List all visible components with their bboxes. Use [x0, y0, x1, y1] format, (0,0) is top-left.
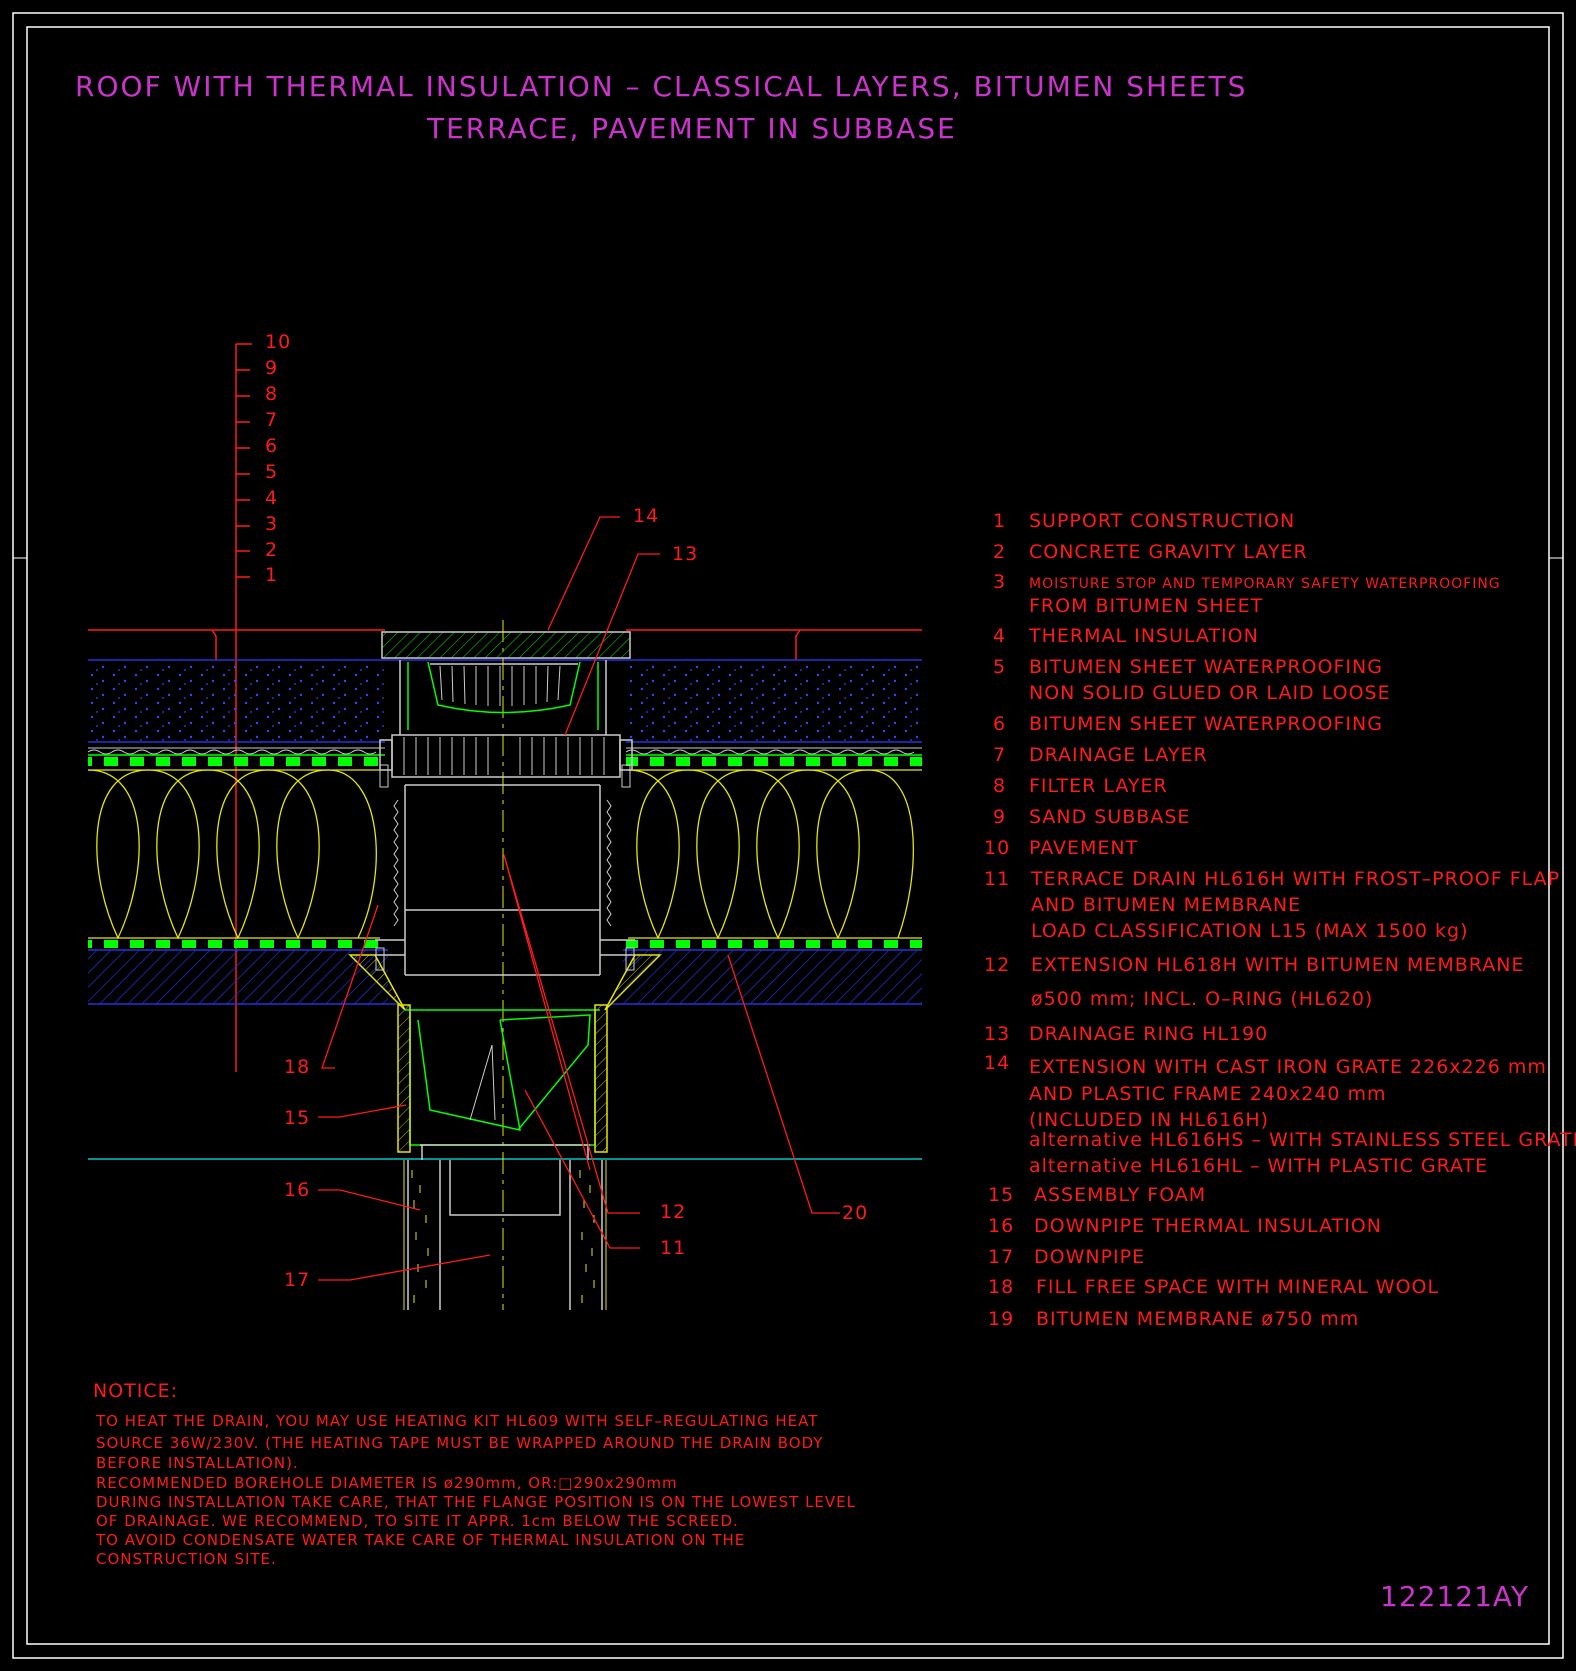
legend-num-18: 18 [988, 1276, 1015, 1298]
callout-16: 16 [284, 1179, 311, 1201]
scale-label-9: 9 [265, 357, 279, 379]
notice-line-2: SOURCE 36W/230V. (THE HEATING TAPE MUST … [96, 1434, 824, 1452]
bitumen-membrane-lower [88, 940, 385, 948]
drawing-title-line-2: TERRACE, PAVEMENT IN SUBBASE [427, 112, 957, 145]
scale-label-8: 8 [265, 383, 279, 405]
legend-num-16: 16 [988, 1215, 1015, 1237]
drainage-ring [391, 734, 621, 778]
roof-layers [87, 629, 922, 1005]
scale-label-3: 3 [265, 513, 279, 535]
legend-item-13: DRAINAGE RING HL190 [1029, 1023, 1269, 1045]
legend-item-14-line-5: alternative HL616HL – WITH PLASTIC GRATE [1029, 1155, 1489, 1177]
legend-num-9: 9 [993, 806, 1007, 828]
callout-20: 20 [842, 1202, 869, 1224]
legend-item-14-line-3: (INCLUDED IN HL616H) [1029, 1109, 1270, 1131]
callout-13: 13 [672, 543, 699, 565]
terrace-drain [348, 620, 662, 1310]
legend-num-11: 11 [984, 868, 1011, 890]
cast-iron-grate [381, 631, 631, 659]
legend-item-11-line-2: AND BITUMEN MEMBRANE [1031, 894, 1302, 916]
scale-label-6: 6 [265, 435, 279, 457]
scale-label-1: 1 [265, 564, 279, 586]
notice-line-8: CONSTRUCTION SITE. [96, 1550, 277, 1568]
drawing-code: 122121AY [1380, 1580, 1529, 1613]
scale-label-7: 7 [265, 409, 279, 431]
legend-num-15: 15 [988, 1184, 1015, 1206]
legend-item-5-line-1: BITUMEN SHEET WATERPROOFING [1029, 656, 1383, 678]
sand-subbase [88, 662, 385, 742]
legend-item-12-line-1: EXTENSION HL618H WITH BITUMEN MEMBRANE [1031, 954, 1525, 976]
legend-item-3-line-1: MOISTURE STOP AND TEMPORARY SAFETY WATER… [1029, 576, 1501, 592]
legend-item-15: ASSEMBLY FOAM [1034, 1184, 1207, 1206]
legend-item-19: BITUMEN MEMBRANE ø750 mm [1036, 1308, 1360, 1330]
legend-item-12-line-2: ø500 mm; INCL. O–RING (HL620) [1031, 988, 1374, 1010]
scale-label-4: 4 [265, 487, 279, 509]
thermal-insulation [87, 769, 922, 940]
notice-line-6: OF DRAINAGE. WE RECOMMEND, TO SITE IT AP… [96, 1512, 739, 1530]
legend-item-5-line-2: NON SOLID GLUED OR LAID LOOSE [1029, 682, 1391, 704]
callout-18: 18 [284, 1056, 311, 1078]
drawing-title-line-1: ROOF WITH THERMAL INSULATION – CLASSICAL… [75, 70, 1248, 103]
legend-item-14-line-4: alternative HL616HS – WITH STAINLESS STE… [1029, 1129, 1576, 1151]
scale-label-2: 2 [265, 539, 279, 561]
legend-num-10: 10 [984, 837, 1011, 859]
callout-17: 17 [284, 1269, 311, 1291]
downpipe [407, 1160, 603, 1310]
legend-item-18: FILL FREE SPACE WITH MINERAL WOOL [1036, 1276, 1440, 1298]
legend-item-2: CONCRETE GRAVITY LAYER [1029, 541, 1308, 563]
scale-label-5: 5 [265, 461, 279, 483]
legend-item-3-line-2: FROM BITUMEN SHEET [1029, 595, 1264, 617]
legend-num-6: 6 [993, 713, 1007, 735]
notice-line-1: TO HEAT THE DRAIN, YOU MAY USE HEATING K… [96, 1412, 819, 1430]
notice-line-7: TO AVOID CONDENSATE WATER TAKE CARE OF T… [96, 1531, 746, 1549]
legend-num-17: 17 [988, 1246, 1015, 1268]
legend-num-1: 1 [993, 510, 1007, 532]
legend-item-14-line-1: EXTENSION WITH CAST IRON GRATE 226x226 m… [1029, 1056, 1547, 1078]
legend-item-14-line-2: AND PLASTIC FRAME 240x240 mm [1029, 1083, 1387, 1105]
callout-14: 14 [633, 505, 660, 527]
legend-num-8: 8 [993, 775, 1007, 797]
legend-item-1: SUPPORT CONSTRUCTION [1029, 510, 1296, 532]
legend-item-6: BITUMEN SHEET WATERPROOFING [1029, 713, 1383, 735]
legend-num-4: 4 [993, 625, 1007, 647]
legend-item-16: DOWNPIPE THERMAL INSULATION [1034, 1215, 1382, 1237]
legend-item-17: DOWNPIPE [1034, 1246, 1146, 1268]
legend-num-7: 7 [993, 744, 1007, 766]
notice-line-5: DURING INSTALLATION TAKE CARE, THAT THE … [96, 1493, 856, 1511]
legend-item-4: THERMAL INSULATION [1029, 625, 1259, 647]
bitumen-membrane-upper [88, 757, 385, 766]
legend-item-8: FILTER LAYER [1029, 775, 1168, 797]
callout-15: 15 [284, 1107, 311, 1129]
legend-item-7: DRAINAGE LAYER [1029, 744, 1208, 766]
legend-num-12: 12 [984, 954, 1011, 976]
legend-item-11-line-3: LOAD CLASSIFICATION L15 (MAX 1500 kg) [1031, 920, 1469, 942]
scale-label-10: 10 [265, 331, 292, 353]
concrete-support [88, 950, 388, 1004]
legend-num-2: 2 [993, 541, 1007, 563]
legend-item-11-line-1: TERRACE DRAIN HL616H WITH FROST–PROOF FL… [1031, 868, 1561, 890]
legend-num-5: 5 [993, 656, 1007, 678]
notice-line-4: RECOMMENDED BOREHOLE DIAMETER IS ø290mm,… [96, 1474, 678, 1492]
legend-num-14: 14 [984, 1052, 1011, 1074]
legend-item-10: PAVEMENT [1029, 837, 1139, 859]
callout-11: 11 [660, 1237, 687, 1259]
legend-num-13: 13 [984, 1023, 1011, 1045]
legend-num-19: 19 [988, 1308, 1015, 1330]
callout-12: 12 [660, 1201, 687, 1223]
notice-line-3: BEFORE INSTALLATION). [96, 1454, 299, 1472]
notice-heading: NOTICE: [93, 1380, 179, 1402]
legend-num-3: 3 [993, 571, 1007, 593]
legend-item-9: SAND SUBBASE [1029, 806, 1191, 828]
